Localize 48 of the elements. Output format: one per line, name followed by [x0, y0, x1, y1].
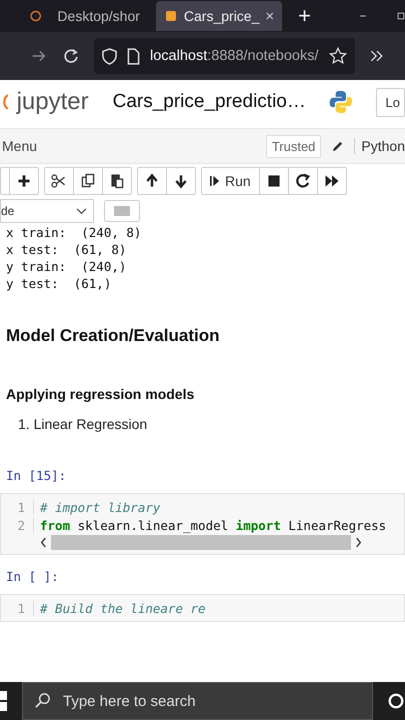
code-line: # Build the lineare re: [39, 600, 206, 616]
input-prompt: In [15]:: [6, 468, 68, 483]
output-line: y train: (240,): [6, 258, 128, 275]
code-editor[interactable]: 1 # Build the lineare re: [0, 594, 405, 622]
subsection-heading: Applying regression models: [6, 386, 196, 402]
list-number: 1.: [18, 416, 30, 432]
new-tab-button[interactable]: +: [298, 3, 312, 29]
logout-button[interactable]: Lo: [376, 88, 405, 116]
tab-title: Desktop/shor: [57, 8, 140, 24]
kernel-name: Python: [354, 138, 405, 154]
line-number: 2: [1, 518, 34, 532]
list-item: Linear Regression: [34, 416, 148, 432]
trusted-badge[interactable]: Trusted: [266, 134, 322, 158]
windows-start-icon[interactable]: [0, 691, 8, 711]
code-line: from sklearn.linear_model import LinearRegress: [39, 518, 386, 532]
shield-icon: [102, 48, 117, 64]
tab-title: Cars_price_: [184, 8, 260, 24]
scrollbar-thumb[interactable]: [51, 534, 351, 550]
address-bar[interactable]: localhost:8888/notebooks/: [94, 38, 354, 74]
url-text: localhost:8888/notebooks/: [150, 48, 318, 64]
page-icon: [127, 48, 140, 64]
chevron-down-icon: [76, 208, 87, 214]
search-icon: [34, 692, 51, 709]
scroll-left-icon[interactable]: [40, 536, 47, 548]
section-heading: Model Creation/Evaluation: [6, 326, 220, 346]
taskbar-search-field[interactable]: Type here to search: [22, 682, 373, 720]
notebook-title[interactable]: Cars_price_predictio…: [112, 91, 306, 113]
browser-tab[interactable]: Desktop/shor: [49, 1, 148, 31]
cell-type-dropdown[interactable]: de: [0, 199, 94, 223]
output-line: x train: (240, 8): [6, 224, 142, 241]
browser-tab[interactable]: Cars_price_ ×: [156, 1, 282, 31]
code-editor[interactable]: 1 # import library 2 from sklearn.linear_model import LinearRegress: [0, 493, 405, 555]
jupyter-logo-text: jupyter: [16, 88, 89, 116]
pencil-icon[interactable]: [331, 140, 344, 152]
run-button[interactable]: Run: [202, 168, 260, 194]
scroll-right-icon[interactable]: [355, 536, 362, 548]
line-number: 1: [1, 600, 34, 616]
star-icon[interactable]: [328, 47, 346, 65]
menu-button[interactable]: Menu: [0, 138, 38, 154]
input-prompt: In [ ]:: [6, 569, 60, 584]
step-icon: [210, 175, 220, 187]
tab-close-button[interactable]: ×: [265, 8, 274, 24]
output-line: y test: (61,): [6, 275, 112, 292]
output-line: x test: (61, 8): [6, 241, 128, 258]
line-number: 1: [1, 500, 34, 514]
overflow-icon[interactable]: [368, 48, 384, 64]
reload-icon[interactable]: [62, 47, 80, 65]
code-line: # import library: [39, 500, 160, 514]
